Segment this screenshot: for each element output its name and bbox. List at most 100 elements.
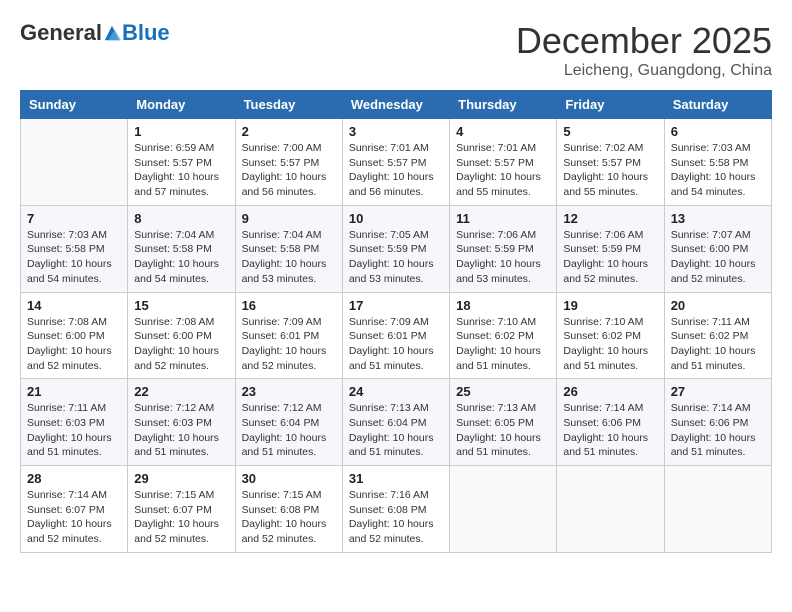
day-number: 23 (242, 384, 336, 399)
day-number: 24 (349, 384, 443, 399)
calendar-cell: 22 Sunrise: 7:12 AM Sunset: 6:03 PM Dayli… (128, 379, 235, 466)
calendar-cell: 11 Sunrise: 7:06 AM Sunset: 5:59 PM Dayli… (450, 205, 557, 292)
day-number: 2 (242, 124, 336, 139)
logo: General Blue (20, 20, 170, 46)
calendar-header-tuesday: Tuesday (235, 91, 342, 119)
day-number: 21 (27, 384, 121, 399)
calendar-header-thursday: Thursday (450, 91, 557, 119)
calendar-cell: 25 Sunrise: 7:13 AM Sunset: 6:05 PM Dayli… (450, 379, 557, 466)
day-info: Sunrise: 7:10 AM Sunset: 6:02 PM Dayligh… (563, 315, 657, 374)
calendar-cell: 9 Sunrise: 7:04 AM Sunset: 5:58 PM Daylig… (235, 205, 342, 292)
day-info: Sunrise: 7:04 AM Sunset: 5:58 PM Dayligh… (242, 228, 336, 287)
day-info: Sunrise: 7:13 AM Sunset: 6:05 PM Dayligh… (456, 401, 550, 460)
day-info: Sunrise: 7:14 AM Sunset: 6:06 PM Dayligh… (563, 401, 657, 460)
calendar-week-row: 14 Sunrise: 7:08 AM Sunset: 6:00 PM Dayli… (21, 292, 772, 379)
calendar-cell: 27Sunrise: 7:14 AM Sunset: 6:06 PM Dayli… (664, 379, 771, 466)
day-info: Sunrise: 7:02 AM Sunset: 5:57 PM Dayligh… (563, 141, 657, 200)
day-number: 7 (27, 211, 121, 226)
calendar-cell: 29 Sunrise: 7:15 AM Sunset: 6:07 PM Dayli… (128, 466, 235, 553)
day-number: 19 (563, 298, 657, 313)
month-title: December 2025 (516, 20, 772, 62)
calendar-cell: 15 Sunrise: 7:08 AM Sunset: 6:00 PM Dayli… (128, 292, 235, 379)
day-number: 27 (671, 384, 765, 399)
calendar-cell: 6Sunrise: 7:03 AM Sunset: 5:58 PM Daylig… (664, 119, 771, 206)
calendar-cell: 17 Sunrise: 7:09 AM Sunset: 6:01 PM Dayli… (342, 292, 449, 379)
day-info: Sunrise: 7:15 AM Sunset: 6:07 PM Dayligh… (134, 488, 228, 547)
day-number: 28 (27, 471, 121, 486)
day-info: Sunrise: 7:16 AM Sunset: 6:08 PM Dayligh… (349, 488, 443, 547)
calendar-cell: 24 Sunrise: 7:13 AM Sunset: 6:04 PM Dayli… (342, 379, 449, 466)
day-number: 8 (134, 211, 228, 226)
logo-blue: Blue (122, 20, 170, 46)
calendar-cell: 14 Sunrise: 7:08 AM Sunset: 6:00 PM Dayli… (21, 292, 128, 379)
day-info: Sunrise: 7:10 AM Sunset: 6:02 PM Dayligh… (456, 315, 550, 374)
day-number: 11 (456, 211, 550, 226)
day-info: Sunrise: 7:08 AM Sunset: 6:00 PM Dayligh… (134, 315, 228, 374)
page-header: General Blue December 2025 Leicheng, Gua… (20, 20, 772, 80)
day-number: 9 (242, 211, 336, 226)
day-number: 5 (563, 124, 657, 139)
day-info: Sunrise: 7:14 AM Sunset: 6:07 PM Dayligh… (27, 488, 121, 547)
logo-general: General (20, 20, 102, 46)
calendar-table: SundayMondayTuesdayWednesdayThursdayFrid… (20, 90, 772, 553)
day-number: 13 (671, 211, 765, 226)
day-info: Sunrise: 7:01 AM Sunset: 5:57 PM Dayligh… (349, 141, 443, 200)
day-number: 26 (563, 384, 657, 399)
calendar-cell: 2 Sunrise: 7:00 AM Sunset: 5:57 PM Daylig… (235, 119, 342, 206)
calendar-cell (450, 466, 557, 553)
day-number: 15 (134, 298, 228, 313)
calendar-cell: 3 Sunrise: 7:01 AM Sunset: 5:57 PM Daylig… (342, 119, 449, 206)
day-number: 3 (349, 124, 443, 139)
day-number: 31 (349, 471, 443, 486)
day-number: 10 (349, 211, 443, 226)
day-info: Sunrise: 7:12 AM Sunset: 6:04 PM Dayligh… (242, 401, 336, 460)
day-number: 14 (27, 298, 121, 313)
calendar-week-row: 1 Sunrise: 6:59 AM Sunset: 5:57 PM Daylig… (21, 119, 772, 206)
day-info: Sunrise: 7:11 AM Sunset: 6:02 PM Dayligh… (671, 315, 765, 374)
calendar-cell: 31 Sunrise: 7:16 AM Sunset: 6:08 PM Dayli… (342, 466, 449, 553)
day-number: 30 (242, 471, 336, 486)
calendar-week-row: 7Sunrise: 7:03 AM Sunset: 5:58 PM Daylig… (21, 205, 772, 292)
calendar-cell: 1 Sunrise: 6:59 AM Sunset: 5:57 PM Daylig… (128, 119, 235, 206)
day-info: Sunrise: 7:08 AM Sunset: 6:00 PM Dayligh… (27, 315, 121, 374)
day-number: 1 (134, 124, 228, 139)
day-info: Sunrise: 7:04 AM Sunset: 5:58 PM Dayligh… (134, 228, 228, 287)
calendar-week-row: 21Sunrise: 7:11 AM Sunset: 6:03 PM Dayli… (21, 379, 772, 466)
calendar-cell: 7Sunrise: 7:03 AM Sunset: 5:58 PM Daylig… (21, 205, 128, 292)
day-number: 4 (456, 124, 550, 139)
calendar-cell: 19 Sunrise: 7:10 AM Sunset: 6:02 PM Dayli… (557, 292, 664, 379)
calendar-cell (557, 466, 664, 553)
calendar-cell: 28 Sunrise: 7:14 AM Sunset: 6:07 PM Dayli… (21, 466, 128, 553)
day-number: 29 (134, 471, 228, 486)
calendar-header-row: SundayMondayTuesdayWednesdayThursdayFrid… (21, 91, 772, 119)
calendar-cell (21, 119, 128, 206)
day-info: Sunrise: 7:12 AM Sunset: 6:03 PM Dayligh… (134, 401, 228, 460)
day-number: 16 (242, 298, 336, 313)
calendar-cell: 21Sunrise: 7:11 AM Sunset: 6:03 PM Dayli… (21, 379, 128, 466)
calendar-cell: 18Sunrise: 7:10 AM Sunset: 6:02 PM Dayli… (450, 292, 557, 379)
day-number: 25 (456, 384, 550, 399)
calendar-cell: 16 Sunrise: 7:09 AM Sunset: 6:01 PM Dayli… (235, 292, 342, 379)
day-info: Sunrise: 7:09 AM Sunset: 6:01 PM Dayligh… (349, 315, 443, 374)
day-number: 17 (349, 298, 443, 313)
day-info: Sunrise: 7:06 AM Sunset: 5:59 PM Dayligh… (456, 228, 550, 287)
calendar-header-sunday: Sunday (21, 91, 128, 119)
day-info: Sunrise: 7:09 AM Sunset: 6:01 PM Dayligh… (242, 315, 336, 374)
day-info: Sunrise: 7:05 AM Sunset: 5:59 PM Dayligh… (349, 228, 443, 287)
day-info: Sunrise: 7:13 AM Sunset: 6:04 PM Dayligh… (349, 401, 443, 460)
calendar-header-saturday: Saturday (664, 91, 771, 119)
calendar-cell: 26 Sunrise: 7:14 AM Sunset: 6:06 PM Dayli… (557, 379, 664, 466)
day-info: Sunrise: 7:06 AM Sunset: 5:59 PM Dayligh… (563, 228, 657, 287)
day-number: 22 (134, 384, 228, 399)
calendar-header-wednesday: Wednesday (342, 91, 449, 119)
location-subtitle: Leicheng, Guangdong, China (516, 62, 772, 80)
calendar-cell: 5 Sunrise: 7:02 AM Sunset: 5:57 PM Daylig… (557, 119, 664, 206)
day-number: 20 (671, 298, 765, 313)
calendar-cell: 8 Sunrise: 7:04 AM Sunset: 5:58 PM Daylig… (128, 205, 235, 292)
calendar-cell: 23 Sunrise: 7:12 AM Sunset: 6:04 PM Dayli… (235, 379, 342, 466)
title-block: December 2025 Leicheng, Guangdong, China (516, 20, 772, 80)
day-info: Sunrise: 7:00 AM Sunset: 5:57 PM Dayligh… (242, 141, 336, 200)
day-info: Sunrise: 7:07 AM Sunset: 6:00 PM Dayligh… (671, 228, 765, 287)
day-info: Sunrise: 6:59 AM Sunset: 5:57 PM Dayligh… (134, 141, 228, 200)
day-number: 6 (671, 124, 765, 139)
